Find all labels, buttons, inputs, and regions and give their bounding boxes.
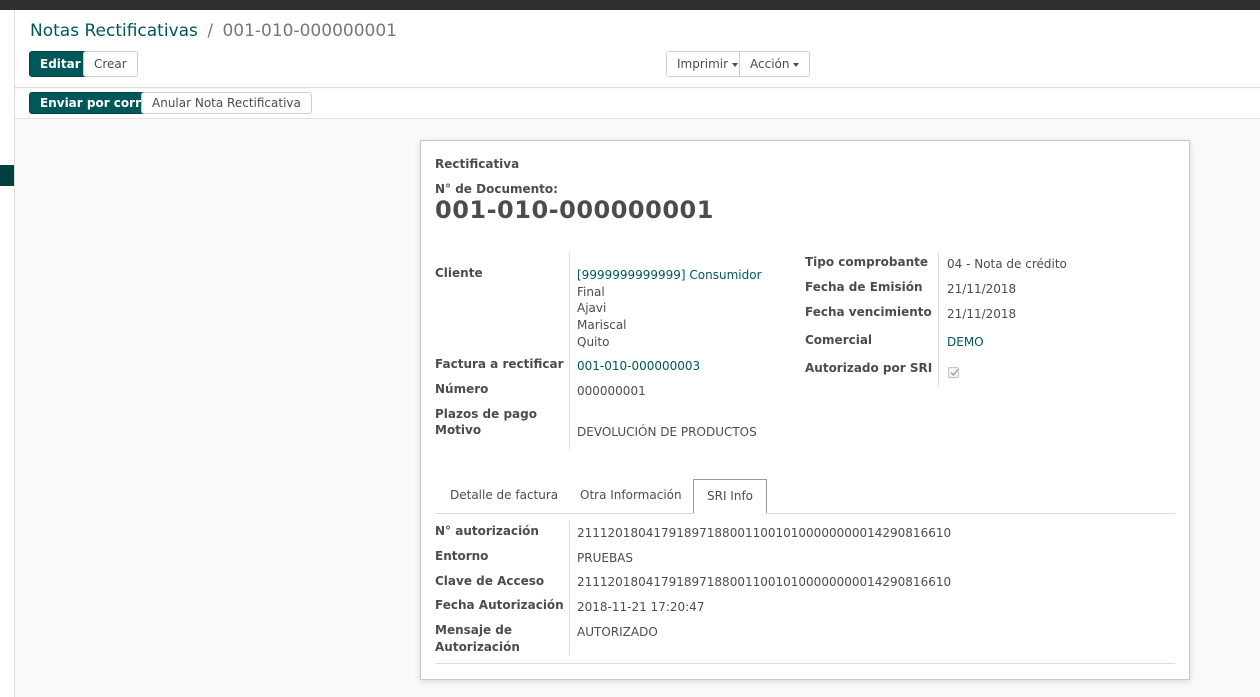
right-group-divider	[938, 253, 939, 386]
fecha-vencimiento-value: 21/11/2018	[947, 307, 1017, 321]
tab-detalle-factura[interactable]: Detalle de factura	[437, 479, 571, 514]
chevron-down-icon	[732, 62, 739, 67]
mensaje-value: AUTORIZADO	[577, 625, 658, 639]
status-bar: Enviar por correo Anular Nota Rectificat…	[15, 89, 1260, 119]
comercial-label: Comercial	[805, 333, 873, 347]
breadcrumb: Notas Rectificativas / 001-010-000000001	[30, 21, 397, 41]
mensaje-label-line-2: Autorización	[435, 640, 520, 654]
cliente-line-2: Final	[577, 285, 605, 299]
entorno-label: Entorno	[435, 549, 489, 563]
mensaje-label-line-1: Mensaje de	[435, 623, 513, 637]
comercial-link[interactable]: DEMO	[947, 335, 984, 349]
cliente-label: Cliente	[435, 266, 483, 280]
cliente-line-1[interactable]: [9999999999999] Consumidor	[577, 268, 762, 282]
fecha-emision-label: Fecha de Emisión	[805, 280, 923, 294]
autorizacion-label: N° autorización	[435, 524, 539, 538]
motivo-value: DEVOLUCIÓN DE PRODUCTOS	[577, 425, 757, 439]
section-bottom-line	[435, 663, 1175, 664]
sri-group-divider	[569, 521, 570, 655]
tab-otra-informacion[interactable]: Otra Información	[567, 479, 695, 514]
factura-label: Factura a rectificar	[435, 357, 564, 371]
create-button[interactable]: Crear	[83, 51, 138, 77]
cliente-line-5: Quito	[577, 335, 610, 349]
action-dropdown[interactable]: Acción	[739, 51, 811, 77]
factura-link[interactable]: 001-010-000000003	[577, 359, 700, 373]
left-sidebar-strip	[0, 10, 15, 697]
doc-number-label: N° de Documento:	[435, 182, 558, 196]
plazos-label: Plazos de pago	[435, 407, 537, 421]
document-type-title: Rectificativa	[435, 157, 520, 171]
tipo-value: 04 - Nota de crédito	[947, 257, 1067, 271]
entorno-value: PRUEBAS	[577, 551, 633, 565]
left-group-divider	[569, 253, 570, 449]
sidebar-active-marker	[0, 165, 14, 186]
breadcrumb-current: 001-010-000000001	[222, 21, 397, 41]
print-label: Imprimir	[677, 57, 729, 71]
breadcrumb-separator: /	[207, 21, 214, 41]
doc-number: 001-010-000000001	[435, 196, 714, 224]
control-panel: Notas Rectificativas / 001-010-000000001…	[15, 10, 1260, 88]
clave-acceso-value: 2111201804179189718800110010100000000014…	[577, 575, 952, 589]
cliente-line-3: Ajavi	[577, 301, 607, 315]
motivo-label: Motivo	[435, 423, 482, 437]
check-icon	[950, 369, 959, 376]
print-dropdown[interactable]: Imprimir	[666, 51, 750, 77]
numero-value: 000000001	[577, 384, 646, 398]
fecha-emision-value: 21/11/2018	[947, 282, 1017, 296]
form-sheet: Rectificativa N° de Documento: 001-010-0…	[420, 140, 1190, 680]
tab-sri-info[interactable]: SRI Info	[693, 479, 768, 514]
fecha-vencimiento-label: Fecha vencimiento	[805, 305, 932, 319]
numero-label: Número	[435, 382, 489, 396]
tipo-label: Tipo comprobante	[805, 255, 929, 269]
fecha-autorizacion-label: Fecha Autorización	[435, 598, 564, 612]
chevron-down-icon	[793, 62, 800, 67]
cliente-line-4: Mariscal	[577, 318, 627, 332]
action-label: Acción	[750, 57, 790, 71]
autorizado-checkbox[interactable]	[948, 367, 959, 378]
clave-acceso-label: Clave de Acceso	[435, 574, 545, 588]
top-navbar	[0, 0, 1260, 10]
breadcrumb-parent-link[interactable]: Notas Rectificativas	[30, 21, 198, 41]
autorizado-label: Autorizado por SRI	[805, 361, 933, 375]
autorizacion-value: 2111201804179189718800110010100000000014…	[577, 526, 952, 540]
cancel-note-button[interactable]: Anular Nota Rectificativa	[141, 92, 312, 114]
fecha-autorizacion-value: 2018-11-21 17:20:47	[577, 600, 705, 614]
